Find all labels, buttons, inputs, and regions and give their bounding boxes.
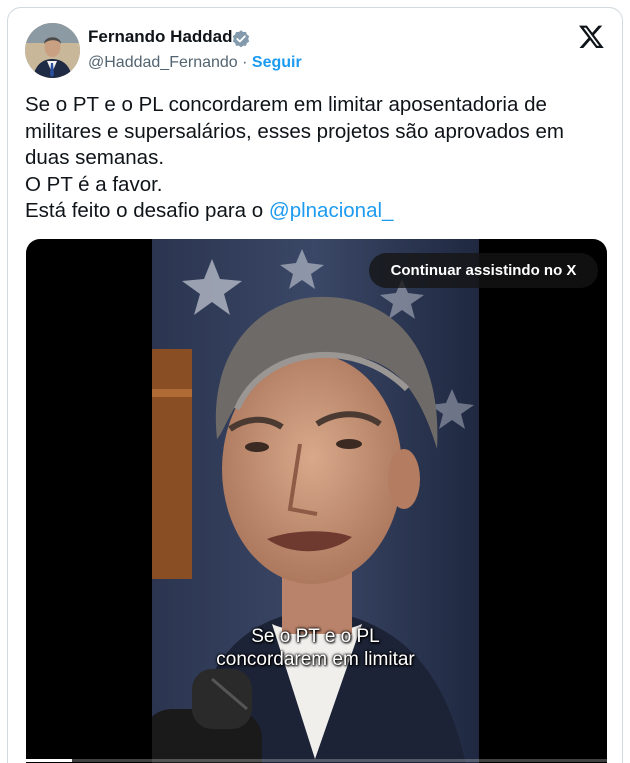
handle-separator: ·	[242, 54, 248, 71]
author-handle-row: @Haddad_Fernando · Seguir	[88, 54, 302, 72]
caption-line: concordarem em limitar	[216, 649, 415, 670]
tweet-text: Se o PT e o PL concordarem em limitar ap…	[25, 92, 615, 225]
video-frame[interactable]	[152, 239, 479, 763]
mention-link[interactable]: @plnacional_	[269, 199, 394, 222]
tweet-line: duas semanas.	[25, 146, 165, 169]
x-logo-icon[interactable]	[578, 23, 605, 50]
follow-button[interactable]: Seguir	[252, 54, 302, 71]
tweet-card[interactable]: Fernando Haddad @Haddad_Fernando · Segui…	[7, 7, 623, 763]
video-caption: Se o PT e o PL concordarem em limitar	[152, 625, 479, 671]
tweet-line-text: Está feito o desafio para o	[25, 199, 269, 222]
continue-watching-button[interactable]: Continuar assistindo no X	[369, 253, 598, 288]
tweet-line: militares e supersalários, esses projeto…	[25, 119, 564, 143]
tweet-line-last: Está feito o desafio para o @plnacional_	[25, 198, 615, 225]
author-display-name[interactable]: Fernando Haddad	[88, 27, 233, 47]
author-avatar[interactable]	[25, 23, 80, 78]
tweet-line: Se o PT e o PL concordarem em limitar ap…	[25, 93, 547, 116]
tweet-line: O PT é a favor.	[25, 172, 163, 196]
author-handle[interactable]: @Haddad_Fernando	[88, 54, 238, 71]
video-player[interactable]: Continuar assistindo no X Se o PT e o PL…	[26, 239, 607, 763]
video-progress-fill	[26, 759, 73, 762]
video-progress-bar[interactable]	[26, 759, 607, 762]
caption-line: Se o PT e o PL	[251, 626, 380, 647]
verified-badge-icon	[232, 30, 250, 48]
